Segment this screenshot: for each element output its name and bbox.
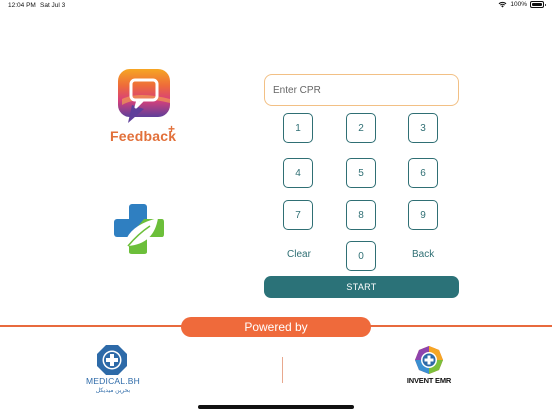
keypad-key-6[interactable]: 6 <box>408 158 438 188</box>
medical-cross-leaf-icon <box>114 204 164 254</box>
medical-bh-emblem-icon <box>97 345 127 375</box>
keypad-key-4[interactable]: 4 <box>283 158 313 188</box>
home-indicator[interactable] <box>198 405 354 409</box>
invent-emr-logo: INVENT EMR <box>402 346 456 390</box>
keypad-key-3[interactable]: 3 <box>408 113 438 143</box>
keypad-key-9[interactable]: 9 <box>408 200 438 230</box>
keypad-key-8[interactable]: 8 <box>346 200 376 230</box>
status-indicators: 100% <box>498 1 546 8</box>
keypad-key-7[interactable]: 7 <box>283 200 313 230</box>
battery-icon <box>530 1 546 8</box>
wifi-icon <box>498 1 507 8</box>
feedback-plus-logo: Feedback + <box>110 69 180 147</box>
start-button[interactable]: START <box>264 276 459 298</box>
keypad-key-1[interactable]: 1 <box>283 113 313 143</box>
invent-emr-emblem-icon <box>415 346 443 374</box>
feedback-logo-text: Feedback <box>110 128 177 144</box>
feedback-logo-plus: + <box>168 122 176 136</box>
keypad-key-0[interactable]: 0 <box>346 241 376 271</box>
status-bar: 12:04 PM Sat Jul 3 100% <box>0 0 552 12</box>
status-date: Sat Jul 3 <box>40 2 66 9</box>
medical-bh-arabic-text: بحرين ميديكل <box>95 388 131 394</box>
keypad-key-5[interactable]: 5 <box>346 158 376 188</box>
keypad-key-2[interactable]: 2 <box>346 113 376 143</box>
clear-button[interactable]: Clear <box>287 249 311 260</box>
back-button[interactable]: Back <box>412 249 434 260</box>
battery-percent: 100% <box>510 1 527 8</box>
chat-bubble-icon <box>118 69 170 123</box>
invent-emr-text: INVENT EMR <box>406 376 452 385</box>
cpr-input[interactable] <box>264 74 459 106</box>
status-time: 12:04 PM <box>8 2 36 9</box>
powered-by-badge: Powered by <box>181 317 371 337</box>
medical-bh-text: MEDICAL.BH <box>86 376 140 386</box>
medical-bh-logo: MEDICAL.BH بحرين ميديكل <box>82 344 144 400</box>
logo-divider <box>282 357 283 383</box>
